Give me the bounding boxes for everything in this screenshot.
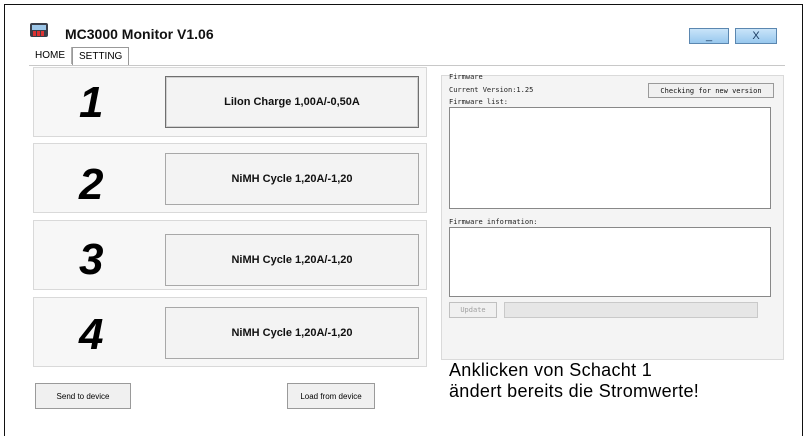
battery-charger-icon [29,21,49,39]
tab-bar: HOME SETTING [29,47,130,65]
app-window: MC3000 Monitor V1.06 _ X HOME SETTING 1 … [4,4,803,436]
firmware-info-label: Firmware information: [449,218,538,226]
firmware-panel: Firmware Current Version:1.25 Checking f… [441,73,784,360]
window-title: MC3000 Monitor V1.06 [65,26,214,42]
current-version-label: Current Version:1.25 [449,86,534,94]
annotation-line-1: Anklicken von Schacht 1 [449,360,653,380]
tab-home[interactable]: HOME [29,47,72,64]
firmware-list[interactable] [449,107,771,209]
annotation-line-2: ändert bereits die Stromwerte! [449,381,700,401]
tab-divider [29,65,785,66]
slot-1-program-button[interactable]: LiIon Charge 1,00A/-0,50A [165,76,419,128]
firmware-group-label: Firmware [449,73,483,81]
slot-3-program-button[interactable]: NiMH Cycle 1,20A/-1,20 [165,234,419,286]
minimize-button[interactable]: _ [689,28,729,44]
slot-3-panel: 3 NiMH Cycle 1,20A/-1,20 [33,220,427,290]
slot-number: 1 [79,78,104,127]
update-button[interactable]: Update [449,302,497,318]
firmware-list-label: Firmware list: [449,98,509,106]
slot-number: 4 [79,310,104,359]
tab-setting[interactable]: SETTING [72,47,130,65]
slot-2-program-button[interactable]: NiMH Cycle 1,20A/-1,20 [165,153,419,205]
slot-4-program-button[interactable]: NiMH Cycle 1,20A/-1,20 [165,307,419,359]
firmware-info-box[interactable] [449,227,771,297]
check-version-button[interactable]: Checking for new version [648,83,774,98]
close-button[interactable]: X [735,28,777,44]
update-progress-bar [504,302,758,318]
slot-2-panel: 2 NiMH Cycle 1,20A/-1,20 [33,143,427,213]
slot-4-panel: 4 NiMH Cycle 1,20A/-1,20 [33,297,427,367]
annotation-text: Anklicken von Schacht 1 ändert bereits d… [449,360,699,402]
load-from-device-button[interactable]: Load from device [287,383,375,409]
send-to-device-button[interactable]: Send to device [35,383,131,409]
slot-number: 2 [79,160,104,209]
slot-number: 3 [79,235,104,284]
slot-1-panel: 1 LiIon Charge 1,00A/-0,50A [33,67,427,137]
title-bar: MC3000 Monitor V1.06 _ X [5,5,802,45]
